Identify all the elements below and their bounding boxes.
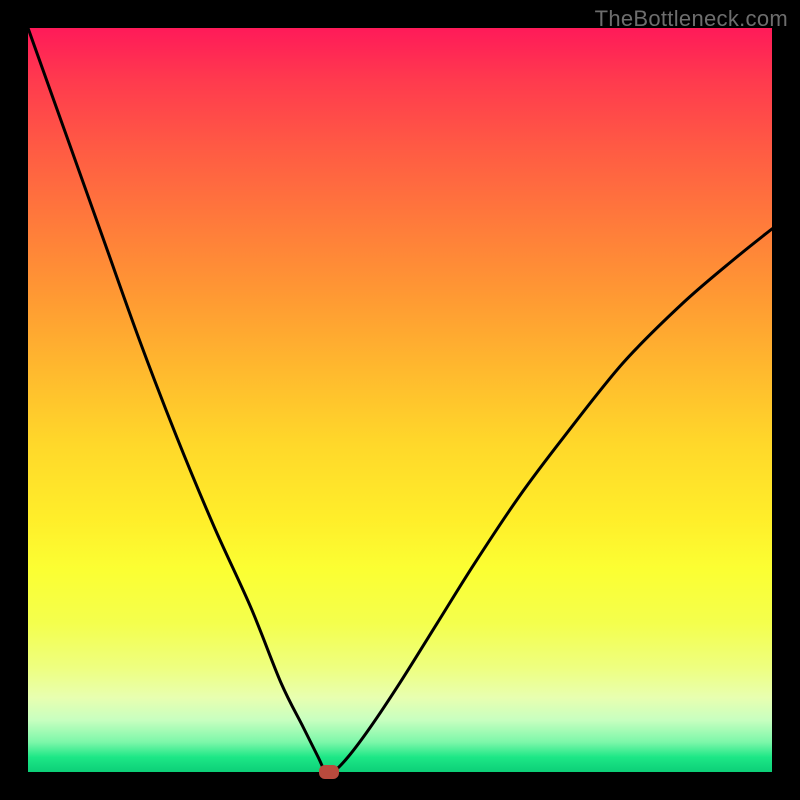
- plot-area: [28, 28, 772, 772]
- minimum-marker: [319, 765, 339, 779]
- chart-frame: TheBottleneck.com: [0, 0, 800, 800]
- curve-svg: [28, 28, 772, 772]
- watermark-text: TheBottleneck.com: [595, 6, 788, 32]
- bottleneck-curve: [28, 28, 772, 772]
